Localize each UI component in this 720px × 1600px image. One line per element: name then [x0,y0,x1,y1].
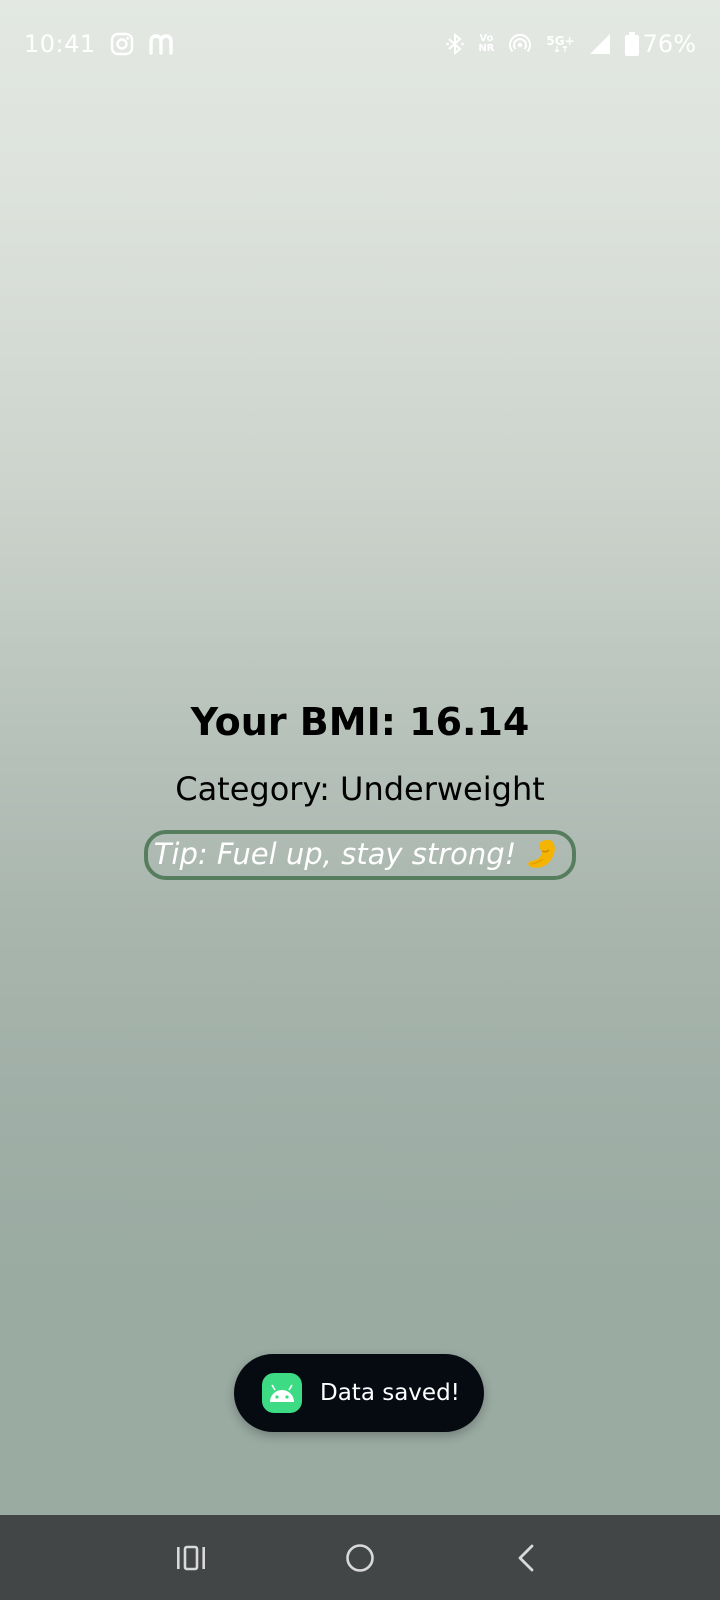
status-time: 10:41 [24,30,96,58]
recents-button[interactable] [151,1518,231,1598]
battery-icon [624,32,639,56]
bmi-category-label: Category: Underweight [175,770,545,808]
toast-notification: Data saved! [234,1354,484,1432]
tip-badge: Tip: Fuel up, stay strong! [143,830,577,880]
instagram-icon [110,32,134,56]
bmi-value-heading: Your BMI: 16.14 [190,700,530,744]
meesho-icon [148,33,174,55]
vonr-icon: Vo NR [478,34,494,54]
back-button[interactable] [486,1518,566,1598]
5g-plus-icon: 5G+ [546,34,575,52]
home-button[interactable] [320,1518,400,1598]
tip-text: Tip: Fuel up, stay strong! [153,837,517,871]
vonr-bottom-label: NR [478,43,495,54]
home-icon [345,1543,375,1573]
network-label: 5G+ [546,34,575,48]
signal-icon [589,33,611,55]
android-icon [262,1373,302,1413]
flexed-biceps-icon [524,836,560,872]
battery-percent: 76% [642,30,696,58]
toast-message: Data saved! [320,1380,460,1406]
status-bar: 10:41 Vo NR 5G+ 76% [0,0,720,88]
back-icon [516,1543,536,1573]
bluetooth-icon [446,32,465,56]
hotspot-icon [508,32,532,56]
recents-icon [176,1545,206,1571]
bmi-result: Your BMI: 16.14 Category: Underweight Ti… [0,700,720,880]
status-bar-left: 10:41 [24,30,174,58]
status-bar-right: Vo NR 5G+ 76% [446,30,696,58]
navigation-bar [0,1515,720,1600]
